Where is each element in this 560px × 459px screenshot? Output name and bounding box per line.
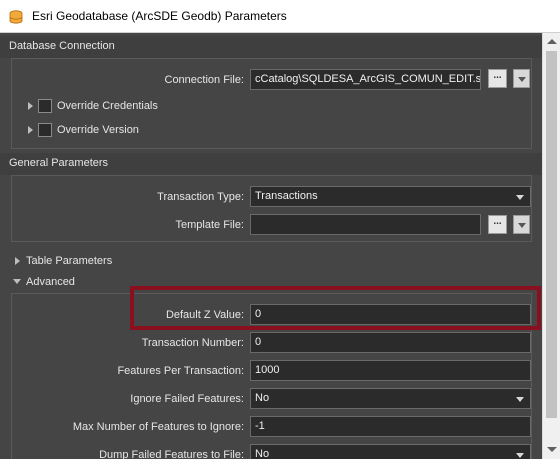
scroll-thumb[interactable] [546, 51, 557, 418]
transaction-type-label: Transaction Type: [157, 191, 244, 203]
general-parameters-title: General Parameters [9, 157, 109, 169]
table-parameters-toggle[interactable]: Table Parameters [26, 255, 112, 267]
ignore-failed-value: No [255, 392, 270, 404]
dump-failed-value: No [255, 448, 270, 459]
transaction-number-field[interactable]: 0 [250, 332, 531, 353]
database-connection-header: Database Connection [0, 36, 542, 58]
transaction-number-highlight [130, 286, 541, 330]
advanced-toggle[interactable]: Advanced [26, 276, 75, 288]
connection-file-browse-button[interactable]: ... [488, 69, 507, 88]
max-ignore-label: Max Number of Features to Ignore: [72, 421, 244, 433]
vertical-scrollbar[interactable] [542, 33, 560, 459]
parameters-panel: Database Connection Connection File: cCa… [0, 33, 542, 459]
scroll-up-icon[interactable] [547, 39, 557, 44]
max-ignore-field[interactable]: -1 [250, 416, 531, 437]
override-version-checkbox[interactable] [38, 123, 52, 137]
database-connection-title: Database Connection [9, 40, 115, 52]
connection-file-field[interactable]: cCatalog\SQLDESA_ArcGIS_COMUN_EDIT.sde [250, 69, 481, 90]
dump-failed-label: Dump Failed Features to File: [99, 449, 244, 459]
ignore-failed-select[interactable]: No [250, 388, 531, 409]
ignore-failed-label: Ignore Failed Features: [130, 393, 244, 405]
override-credentials-label: Override Credentials [57, 100, 158, 112]
title-bar: Esri Geodatabase (ArcSDE Geodb) Paramete… [0, 0, 560, 33]
expand-table-parameters-icon[interactable] [15, 257, 20, 265]
transaction-number-label: Transaction Number: [141, 337, 244, 349]
features-per-transaction-label: Features Per Transaction: [117, 365, 244, 377]
expand-version-icon[interactable] [28, 126, 33, 134]
database-icon [9, 10, 23, 24]
template-file-label: Template File: [175, 219, 244, 231]
connection-file-label: Connection File: [164, 74, 245, 86]
features-per-transaction-field[interactable]: 1000 [250, 360, 531, 381]
chevron-down-icon [518, 77, 526, 82]
connection-file-dropdown-button[interactable] [513, 69, 530, 88]
collapse-advanced-icon[interactable] [13, 279, 21, 284]
override-credentials-checkbox[interactable] [38, 99, 52, 113]
chevron-down-icon [516, 453, 524, 458]
window-title: Esri Geodatabase (ArcSDE Geodb) Paramete… [32, 9, 287, 23]
template-file-browse-button[interactable]: ... [488, 215, 507, 234]
chevron-down-icon [518, 223, 526, 228]
template-file-field[interactable] [250, 214, 481, 235]
transaction-type-value: Transactions [255, 190, 318, 202]
template-file-dropdown-button[interactable] [513, 215, 530, 234]
scroll-down-icon[interactable] [547, 447, 557, 452]
chevron-down-icon [516, 397, 524, 402]
transaction-type-select[interactable]: Transactions [250, 186, 531, 207]
expand-credentials-icon[interactable] [28, 102, 33, 110]
general-parameters-header: General Parameters [0, 153, 542, 175]
override-version-label: Override Version [57, 124, 139, 136]
dump-failed-select[interactable]: No [250, 444, 531, 459]
chevron-down-icon [516, 195, 524, 200]
